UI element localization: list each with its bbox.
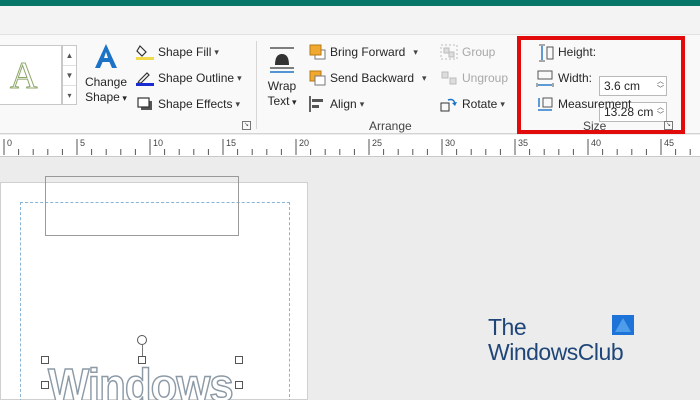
shape-styles-launcher-icon[interactable]: ↘: [242, 121, 251, 130]
wrap-text-button[interactable]: Wrap Text ▾: [262, 45, 302, 110]
group-separator: [256, 41, 257, 129]
ruler-label: 10: [153, 138, 163, 148]
watermark-line-2: WindowsClub: [488, 339, 624, 365]
wrap-text-icon: [262, 45, 302, 77]
gallery-scroll-controls: ▲ ▼ ▾: [62, 45, 77, 105]
group-label: Group: [462, 45, 496, 59]
bring-forward-label: Bring Forward: [330, 45, 406, 59]
shape-fill-button[interactable]: Shape Fill ▾: [136, 41, 219, 63]
wordart-style-preview-icon: A: [9, 55, 38, 98]
wrap-text-label: Wrap: [267, 79, 297, 93]
resize-handle-mid-right[interactable]: [235, 381, 243, 389]
size-group-highlight: [517, 36, 685, 134]
send-backward-label: Send Backward: [330, 71, 415, 85]
ungroup-label: Ungroup: [462, 71, 509, 85]
change-shape-label-2: Shape: [85, 90, 120, 104]
shape-effects-icon: [136, 96, 154, 112]
shape-effects-label: Shape Effects: [158, 97, 233, 111]
watermark-line-1: The: [488, 314, 527, 340]
rotate-label: Rotate: [462, 97, 498, 111]
paint-bucket-icon: [136, 44, 154, 60]
send-backward-icon: [308, 70, 326, 86]
align-button[interactable]: Align ▾: [308, 93, 364, 115]
group-button[interactable]: Group: [440, 41, 495, 63]
wrap-text-label-2: Text: [267, 94, 290, 108]
send-backward-button[interactable]: Send Backward ▾: [308, 67, 427, 89]
ruler-ticks: 0 5 10 15 20 25 30 35 40 45: [3, 138, 691, 155]
rotate-button[interactable]: Rotate ▾: [440, 93, 505, 115]
rotation-handle[interactable]: [137, 335, 147, 345]
change-shape-icon: [82, 43, 130, 73]
gallery-more-icon[interactable]: ▾: [63, 86, 76, 106]
tab-strip: [0, 6, 700, 34]
bring-forward-icon: [308, 44, 326, 60]
wordart-styles-gallery[interactable]: A: [0, 45, 62, 105]
ruler-label: 40: [591, 138, 601, 148]
change-shape-button[interactable]: Change Shape ▾: [82, 43, 130, 106]
wordart-text[interactable]: Windows: [47, 358, 234, 400]
ruler-label: 15: [226, 138, 236, 148]
gallery-scroll-up-icon[interactable]: ▲: [63, 46, 76, 66]
group-icon: [440, 44, 458, 60]
shape-outline-button[interactable]: Shape Outline ▾: [136, 67, 242, 89]
ruler-label: 20: [299, 138, 309, 148]
ruler-label: 25: [372, 138, 382, 148]
ungroup-icon: [440, 70, 458, 86]
change-shape-label: Change: [84, 75, 128, 89]
horizontal-ruler: 0 5 10 15 20 25 30 35 40 45: [0, 135, 700, 157]
align-label: Align: [330, 97, 357, 111]
watermark-logo: The WindowsClub: [488, 314, 624, 365]
ruler-label: 45: [664, 138, 674, 148]
shape-fill-label: Shape Fill: [158, 45, 212, 59]
rotate-icon: [440, 96, 458, 112]
ruler-label: 5: [80, 138, 85, 148]
pen-outline-icon: [136, 70, 154, 86]
ungroup-button[interactable]: Ungroup: [440, 67, 508, 89]
align-icon: [308, 96, 326, 112]
shape-outline-label: Shape Outline: [158, 71, 235, 85]
gallery-scroll-down-icon[interactable]: ▼: [63, 66, 76, 86]
ruler-label: 35: [518, 138, 528, 148]
windows-logo-icon: [612, 315, 634, 335]
shape-effects-button[interactable]: Shape Effects ▾: [136, 93, 240, 115]
wordart-selection-box[interactable]: [45, 176, 239, 236]
ruler-label: 30: [445, 138, 455, 148]
arrange-group-label: Arrange: [369, 119, 412, 133]
bring-forward-button[interactable]: Bring Forward ▾: [308, 41, 418, 63]
ruler-label: 0: [7, 138, 12, 148]
resize-handle-top-right[interactable]: [235, 356, 243, 364]
